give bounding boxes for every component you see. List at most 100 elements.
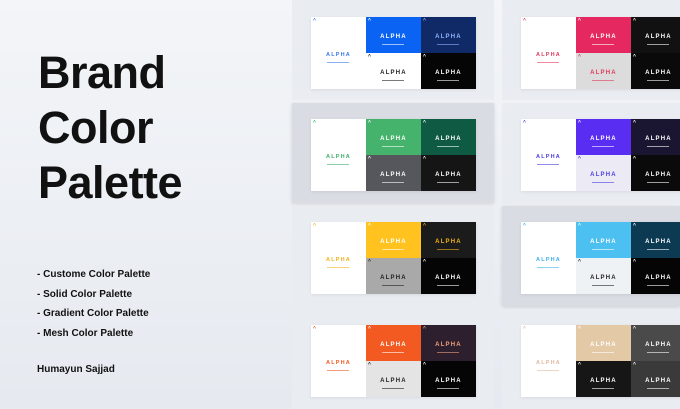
logo-wordmark: ALPHA: [380, 171, 407, 178]
swatch: ^ ALPHA: [576, 155, 631, 191]
logo-mark-icon: ^: [368, 326, 371, 332]
swatch: ^ ALPHA: [366, 361, 421, 397]
feature-item: - Gradient Color Palette: [37, 308, 149, 320]
logo-lockup: ALPHA: [380, 61, 407, 82]
logo-tagline-rule: [437, 387, 460, 390]
swatch: ^ ALPHA: [631, 325, 680, 361]
logo-lockup: ALPHA: [645, 163, 672, 184]
logo-tagline-rule: [327, 163, 350, 166]
logo-wordmark: ALPHA: [380, 33, 407, 40]
swatch: ^ ALPHA: [366, 53, 421, 89]
logo-mark-icon: ^: [368, 120, 371, 126]
logo-lockup: ALPHA: [536, 351, 561, 372]
logo-tagline-rule: [647, 43, 670, 46]
logo-wordmark: ALPHA: [380, 341, 407, 348]
logo-tagline-rule: [327, 369, 350, 372]
logo-mark-icon: ^: [578, 18, 581, 24]
logo-tagline-rule: [537, 266, 560, 269]
swatch: ^ ALPHA: [421, 222, 476, 258]
text-panel: Brand Color Palette - Custome Color Pale…: [0, 0, 292, 409]
logo-lockup: ALPHA: [380, 25, 407, 46]
logo-lockup: ALPHA: [380, 369, 407, 390]
logo-lockup: ALPHA: [326, 43, 351, 64]
swatch: ^ ALPHA: [631, 119, 680, 155]
logo-wordmark: ALPHA: [590, 238, 617, 245]
logo-tagline-rule: [382, 43, 405, 46]
logo-mark-icon: ^: [368, 362, 371, 368]
logo-tagline-rule: [647, 181, 670, 184]
swatch: ^ ALPHA: [366, 325, 421, 361]
logo-wordmark: ALPHA: [590, 69, 617, 76]
swatch: ^ ALPHA: [631, 361, 680, 397]
logo-tagline-rule: [592, 79, 615, 82]
logo-tagline-rule: [647, 284, 670, 287]
logo-wordmark: ALPHA: [645, 377, 672, 384]
logo-tagline-rule: [592, 284, 615, 287]
logo-tagline-rule: [647, 387, 670, 390]
logo-wordmark: ALPHA: [380, 69, 407, 76]
swatch-primary: ^ ALPHA: [521, 17, 576, 89]
logo-tagline-rule: [382, 181, 405, 184]
logo-tagline-rule: [437, 43, 460, 46]
logo-mark-icon: ^: [633, 326, 636, 332]
feature-list: - Custome Color Palette - Solid Color Pa…: [37, 265, 150, 344]
logo-lockup: ALPHA: [380, 163, 407, 184]
logo-mark-icon: ^: [578, 120, 581, 126]
logo-tagline-rule: [382, 284, 405, 287]
feature-item: - Solid Color Palette: [37, 288, 133, 300]
author-name: Humayun Sajjad: [37, 364, 115, 375]
logo-mark-icon: ^: [313, 326, 316, 332]
logo-lockup: ALPHA: [435, 61, 462, 82]
logo-wordmark: ALPHA: [536, 51, 561, 58]
logo-wordmark: ALPHA: [645, 274, 672, 281]
logo-lockup: ALPHA: [645, 127, 672, 148]
palette-card: ^ ALPHA ^ ALPHA ^ ALPHA ^ ALPHA ^ ALPHA: [521, 119, 680, 191]
logo-mark-icon: ^: [523, 18, 526, 24]
swatch-primary: ^ ALPHA: [311, 222, 366, 294]
logo-lockup: ALPHA: [536, 43, 561, 64]
logo-wordmark: ALPHA: [645, 135, 672, 142]
logo-lockup: ALPHA: [326, 351, 351, 372]
logo-mark-icon: ^: [368, 54, 371, 60]
logo-lockup: ALPHA: [590, 127, 617, 148]
logo-mark-icon: ^: [633, 54, 636, 60]
logo-wordmark: ALPHA: [326, 51, 351, 58]
swatch-primary: ^ ALPHA: [311, 17, 366, 89]
logo-lockup: ALPHA: [590, 25, 617, 46]
logo-wordmark: ALPHA: [536, 359, 561, 366]
palette-card: ^ ALPHA ^ ALPHA ^ ALPHA ^ ALPHA ^ ALPHA: [311, 222, 476, 294]
logo-tagline-rule: [437, 181, 460, 184]
palette-card: ^ ALPHA ^ ALPHA ^ ALPHA ^ ALPHA ^ ALPHA: [521, 222, 680, 294]
logo-wordmark: ALPHA: [536, 256, 561, 263]
logo-tagline-rule: [437, 284, 460, 287]
logo-lockup: ALPHA: [435, 266, 462, 287]
logo-lockup: ALPHA: [326, 145, 351, 166]
title-line: Color: [38, 102, 154, 153]
logo-tagline-rule: [647, 248, 670, 251]
logo-wordmark: ALPHA: [435, 377, 462, 384]
logo-wordmark: ALPHA: [590, 171, 617, 178]
logo-tagline-rule: [382, 248, 405, 251]
logo-tagline-rule: [437, 79, 460, 82]
swatch: ^ ALPHA: [631, 53, 680, 89]
logo-wordmark: ALPHA: [590, 135, 617, 142]
logo-lockup: ALPHA: [435, 333, 462, 354]
logo-lockup: ALPHA: [536, 145, 561, 166]
logo-tagline-rule: [647, 79, 670, 82]
logo-lockup: ALPHA: [590, 266, 617, 287]
logo-wordmark: ALPHA: [435, 274, 462, 281]
logo-wordmark: ALPHA: [380, 274, 407, 281]
logo-mark-icon: ^: [633, 156, 636, 162]
logo-mark-icon: ^: [313, 18, 316, 24]
feature-item: - Mesh Color Palette: [37, 328, 134, 340]
logo-mark-icon: ^: [633, 223, 636, 229]
swatch: ^ ALPHA: [576, 17, 631, 53]
logo-wordmark: ALPHA: [380, 238, 407, 245]
palette-card: ^ ALPHA ^ ALPHA ^ ALPHA ^ ALPHA ^ ALPHA: [311, 119, 476, 191]
logo-tagline-rule: [537, 163, 560, 166]
logo-tagline-rule: [537, 369, 560, 372]
swatch: ^ ALPHA: [421, 53, 476, 89]
logo-mark-icon: ^: [313, 223, 316, 229]
logo-mark-icon: ^: [368, 259, 371, 265]
swatch: ^ ALPHA: [576, 258, 631, 294]
